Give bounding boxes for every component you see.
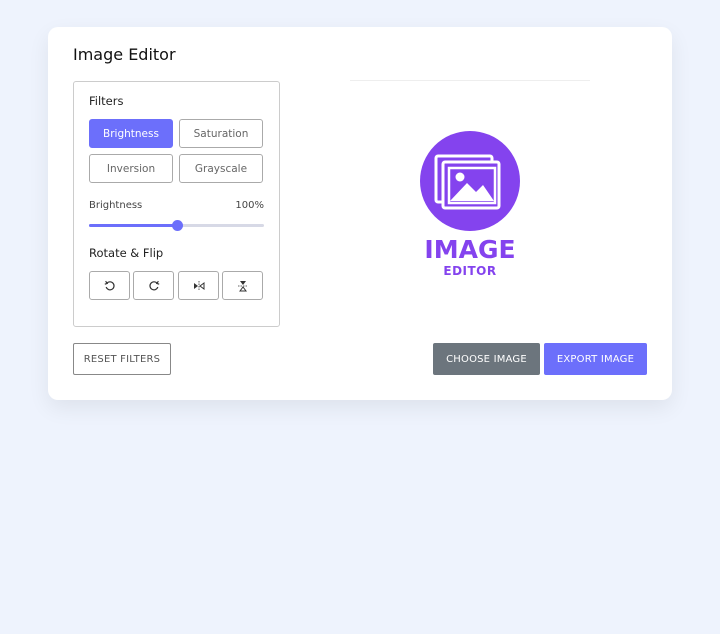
preview-divider [350,80,590,81]
logo-subtitle: EDITOR [443,264,497,278]
export-image-button[interactable]: EXPORT IMAGE [544,343,647,375]
slider-thumb[interactable] [171,220,183,231]
slider-fill [89,224,177,227]
slider-value: 100% [235,200,264,211]
filter-grayscale-button[interactable]: Grayscale [179,154,263,183]
page-title: Image Editor [73,45,176,64]
rotate-right-button[interactable] [133,271,174,300]
flip-vertical-icon [237,280,248,291]
filters-heading: Filters [89,94,124,108]
brightness-slider[interactable] [89,220,264,231]
rotate-heading: Rotate & Flip [89,246,164,260]
filter-saturation-button[interactable]: Saturation [179,119,263,148]
flip-vertical-button[interactable] [222,271,263,300]
rotate-left-icon [104,280,115,290]
flip-horizontal-icon [193,280,204,291]
filter-inversion-button[interactable]: Inversion [89,154,173,183]
logo-title: IMAGE [424,235,516,264]
image-gallery-icon [434,154,501,210]
choose-image-button[interactable]: CHOOSE IMAGE [433,343,540,375]
reset-filters-button[interactable]: RESET FILTERS [73,343,171,375]
slider-name: Brightness [89,200,143,211]
editor-card: Image Editor Filters Brightness Saturati… [48,27,672,400]
flip-horizontal-button[interactable] [178,271,219,300]
filter-brightness-button[interactable]: Brightness [89,119,173,148]
editor-panel: Filters Brightness Saturation Inversion … [73,81,280,327]
rotate-right-icon [148,280,159,290]
logo-circle [420,131,520,231]
rotate-left-button[interactable] [89,271,130,300]
image-preview: IMAGE EDITOR [416,131,524,281]
